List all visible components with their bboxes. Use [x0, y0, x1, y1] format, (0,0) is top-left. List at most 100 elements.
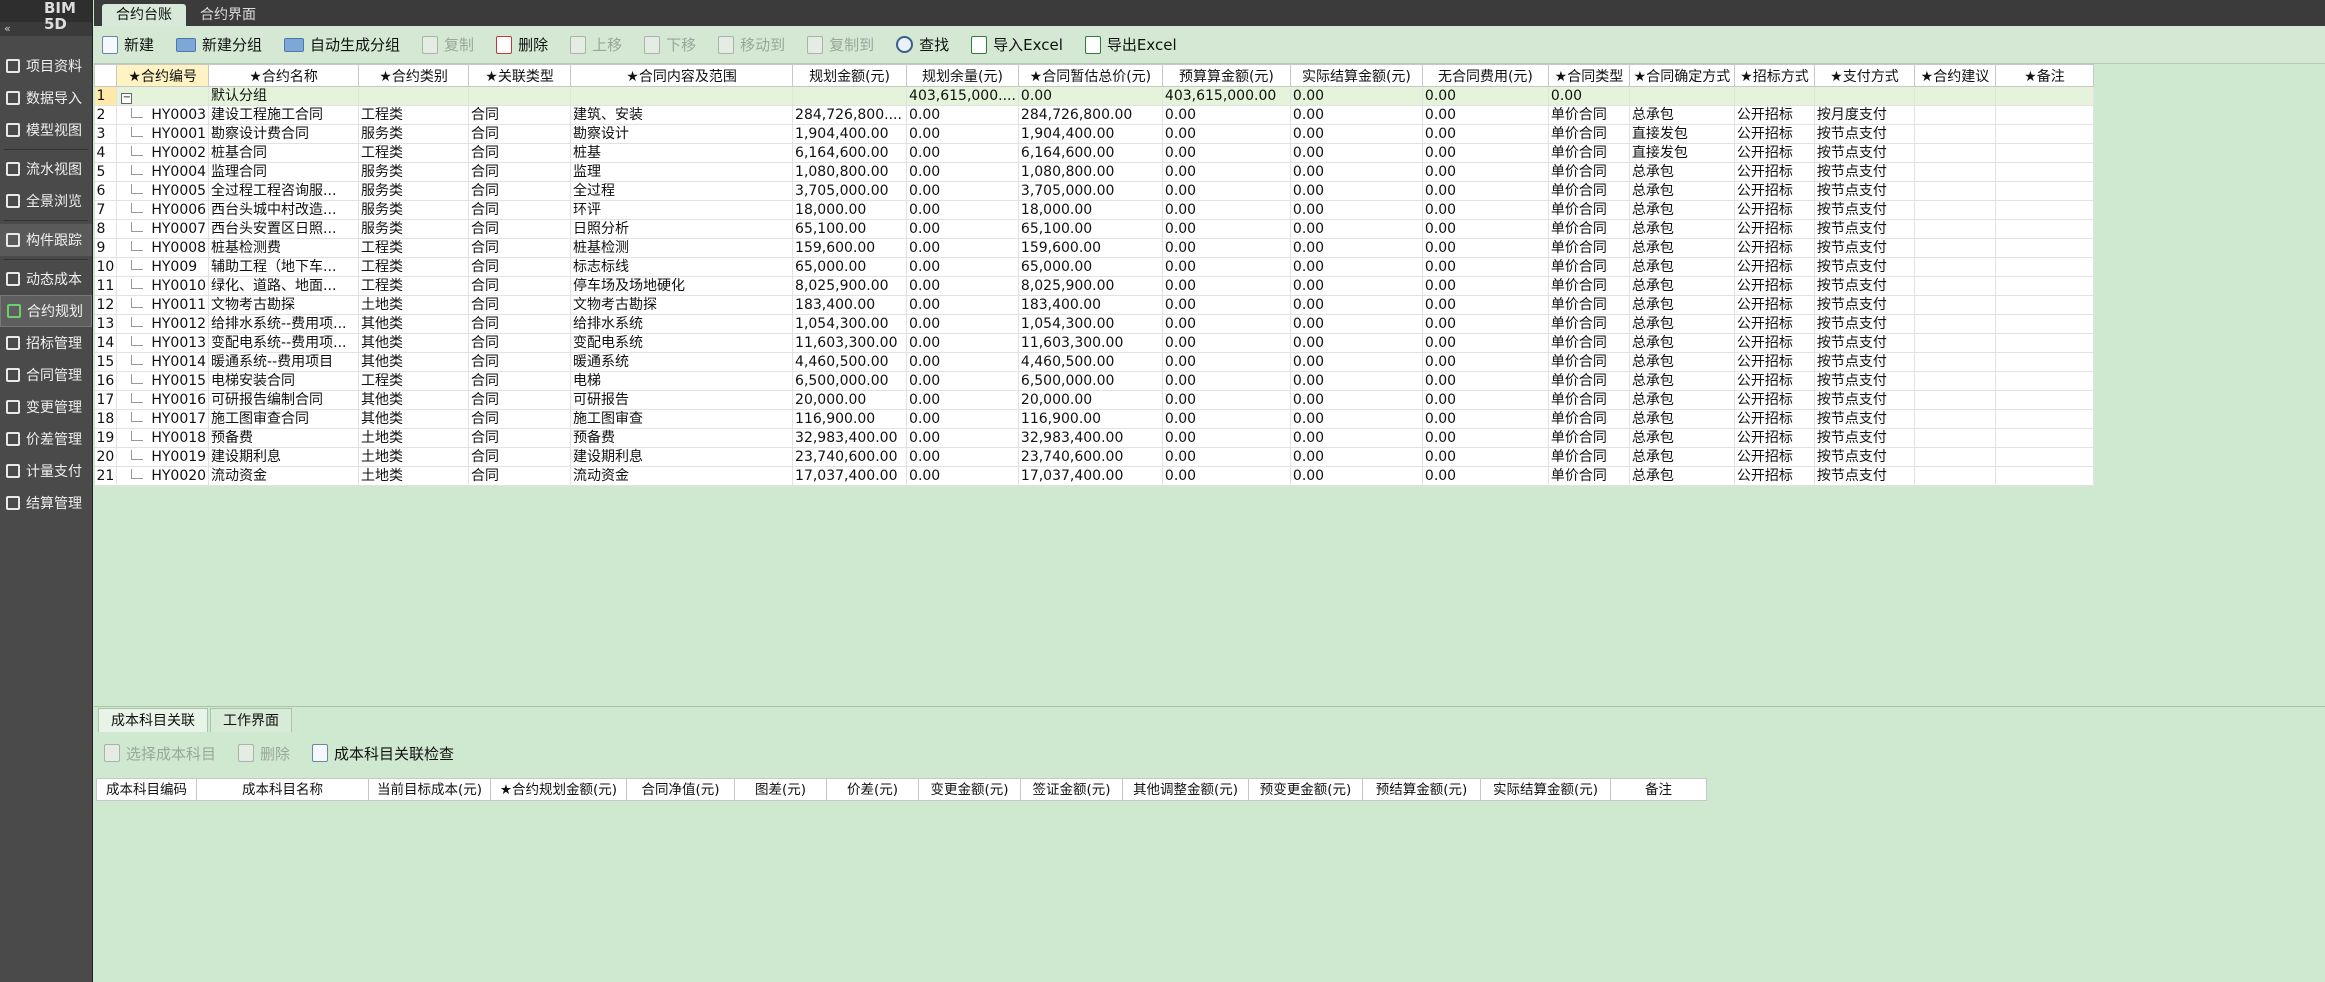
- table-cell[interactable]: HY0008: [116, 238, 210, 258]
- table-cell[interactable]: 0.00: [1162, 352, 1291, 372]
- table-cell[interactable]: 0.00: [1162, 371, 1291, 391]
- table-cell[interactable]: 0.00: [1422, 333, 1549, 353]
- table-cell[interactable]: 0.00: [1162, 238, 1291, 258]
- table-cell[interactable]: 0.00: [1162, 333, 1291, 353]
- collapse-toggle-icon[interactable]: −: [116, 86, 210, 106]
- table-cell[interactable]: 单价合同: [1548, 181, 1630, 201]
- table-cell[interactable]: 0.00: [1422, 219, 1549, 239]
- tab-contract-ledger[interactable]: 合约台账: [102, 4, 186, 26]
- table-cell[interactable]: [1995, 200, 2094, 220]
- table-cell[interactable]: HY0013: [116, 333, 210, 353]
- table-cell[interactable]: 按节点支付: [1814, 219, 1915, 239]
- table-cell[interactable]: 0.00: [1290, 333, 1423, 353]
- table-cell[interactable]: 预备费: [208, 428, 360, 448]
- table-cell[interactable]: 按节点支付: [1814, 466, 1915, 486]
- table-cell[interactable]: 0.00: [1290, 371, 1423, 391]
- table-cell[interactable]: 单价合同: [1548, 143, 1630, 163]
- table-cell[interactable]: 总承包: [1629, 314, 1735, 334]
- table-cell[interactable]: [1914, 143, 1996, 163]
- table-cell[interactable]: 合同: [468, 466, 572, 486]
- table-cell[interactable]: 单价合同: [1548, 295, 1630, 315]
- table-cell[interactable]: 0.00: [906, 143, 1019, 163]
- table-cell[interactable]: 17,037,400.00: [792, 466, 908, 486]
- table-cell[interactable]: 辅助工程（地下车...: [208, 257, 360, 277]
- table-cell[interactable]: 桩基检测费: [208, 238, 360, 258]
- sidebar-item-flow-view[interactable]: 流水视图: [0, 153, 92, 185]
- table-cell[interactable]: 公开招标: [1734, 352, 1815, 372]
- table-cell[interactable]: 按节点支付: [1814, 238, 1915, 258]
- sidebar-item-data-import[interactable]: 数据导入: [0, 82, 92, 114]
- table-cell[interactable]: 单价合同: [1548, 200, 1630, 220]
- table-cell[interactable]: 0.00: [1162, 276, 1291, 296]
- table-cell[interactable]: 桩基检测: [570, 238, 794, 258]
- import-excel-button[interactable]: 导入Excel: [971, 34, 1063, 55]
- column-header[interactable]: 预算算金额(元): [1161, 64, 1291, 87]
- table-cell[interactable]: 标志标线: [570, 257, 794, 277]
- table-cell[interactable]: 0.00: [1422, 124, 1549, 144]
- table-row[interactable]: 12 HY0011 文物考古勘探 土地类 合同 文物考古勘探 183,400.00 0.00 1…: [94, 295, 2094, 315]
- column-header[interactable]: ★招标方式: [1733, 64, 1815, 87]
- table-cell[interactable]: HY0020: [116, 466, 210, 486]
- table-cell[interactable]: 0.00: [1290, 162, 1423, 182]
- table-cell[interactable]: 0.00: [1290, 181, 1423, 201]
- auto-group-button[interactable]: 自动生成分组: [284, 34, 400, 55]
- table-cell[interactable]: HY0004: [116, 162, 210, 182]
- table-cell[interactable]: 0.00: [906, 371, 1019, 391]
- column-header[interactable]: 无合同费用(元): [1421, 64, 1549, 87]
- table-cell[interactable]: 公开招标: [1734, 276, 1815, 296]
- table-cell[interactable]: 公开招标: [1734, 466, 1815, 486]
- table-cell[interactable]: 公开招标: [1734, 257, 1815, 277]
- table-cell[interactable]: [1995, 276, 2094, 296]
- table-row[interactable]: 3 HY0001 勘察设计费合同 服务类 合同 勘察设计 1,904,400.00 0.00 1…: [94, 124, 2094, 144]
- table-cell[interactable]: 环评: [570, 200, 794, 220]
- table-cell[interactable]: 建设期利息: [208, 447, 360, 467]
- move-to-button[interactable]: 移动到: [718, 34, 785, 55]
- column-header[interactable]: 预变更金额(元): [1248, 778, 1363, 801]
- table-cell[interactable]: 勘察设计费合同: [208, 124, 360, 144]
- table-cell[interactable]: [1995, 466, 2094, 486]
- table-cell[interactable]: 0.00: [906, 466, 1019, 486]
- bottom-delete-button[interactable]: 删除: [238, 743, 290, 764]
- table-cell[interactable]: 0.00: [1422, 105, 1549, 125]
- table-cell[interactable]: 65,100.00: [792, 219, 908, 239]
- table-cell[interactable]: 0.00: [1290, 276, 1423, 296]
- table-row[interactable]: 16 HY0015 电梯安装合同 工程类 合同 电梯 6,500,000.00 0.00 6,5…: [94, 371, 2094, 391]
- table-cell[interactable]: 流动资金: [570, 466, 794, 486]
- table-cell[interactable]: 0.00: [1290, 257, 1423, 277]
- column-header[interactable]: ★合约类别: [358, 64, 470, 87]
- table-cell[interactable]: 183,400.00: [792, 295, 908, 315]
- table-cell[interactable]: 单价合同: [1548, 428, 1630, 448]
- table-cell[interactable]: 文物考古勘探: [570, 295, 794, 315]
- tab-work-interface[interactable]: 工作界面: [210, 708, 292, 732]
- table-cell[interactable]: [1995, 143, 2094, 163]
- table-cell[interactable]: HY009: [116, 257, 210, 277]
- table-cell[interactable]: 公开招标: [1734, 105, 1815, 125]
- table-cell[interactable]: 服务类: [358, 162, 470, 182]
- table-cell[interactable]: [1995, 257, 2094, 277]
- table-cell[interactable]: 4,460,500.00: [792, 352, 908, 372]
- column-header[interactable]: ★备注: [1994, 64, 2094, 87]
- table-cell[interactable]: 给排水系统--费用项...: [208, 314, 360, 334]
- table-cell[interactable]: 土地类: [358, 428, 470, 448]
- table-cell[interactable]: 施工图审查合同: [208, 409, 360, 429]
- table-cell[interactable]: 1,904,400.00: [792, 124, 908, 144]
- table-cell[interactable]: [1914, 314, 1996, 334]
- table-cell[interactable]: 3,705,000.00: [1018, 181, 1163, 201]
- table-cell[interactable]: 0.00: [1422, 295, 1549, 315]
- table-cell[interactable]: 0.00: [906, 257, 1019, 277]
- column-header[interactable]: 备注: [1610, 778, 1707, 801]
- table-cell[interactable]: HY0019: [116, 447, 210, 467]
- table-cell[interactable]: 159,600.00: [792, 238, 908, 258]
- table-cell[interactable]: 全过程工程咨询服...: [208, 181, 360, 201]
- table-cell[interactable]: 公开招标: [1734, 314, 1815, 334]
- table-row[interactable]: 8 HY0007 西台头安置区日照... 服务类 合同 日照分析 65,100.00 0.00…: [94, 219, 2094, 239]
- table-cell[interactable]: [1914, 371, 1996, 391]
- table-cell[interactable]: 按节点支付: [1814, 162, 1915, 182]
- table-cell[interactable]: 合同: [468, 162, 572, 182]
- table-cell[interactable]: 32,983,400.00: [1018, 428, 1163, 448]
- table-cell[interactable]: 监理合同: [208, 162, 360, 182]
- table-cell[interactable]: 0.00: [1162, 181, 1291, 201]
- table-cell[interactable]: 单价合同: [1548, 409, 1630, 429]
- sidebar-item-dynamic-cost[interactable]: 动态成本: [0, 263, 92, 295]
- table-cell[interactable]: 116,900.00: [1018, 409, 1163, 429]
